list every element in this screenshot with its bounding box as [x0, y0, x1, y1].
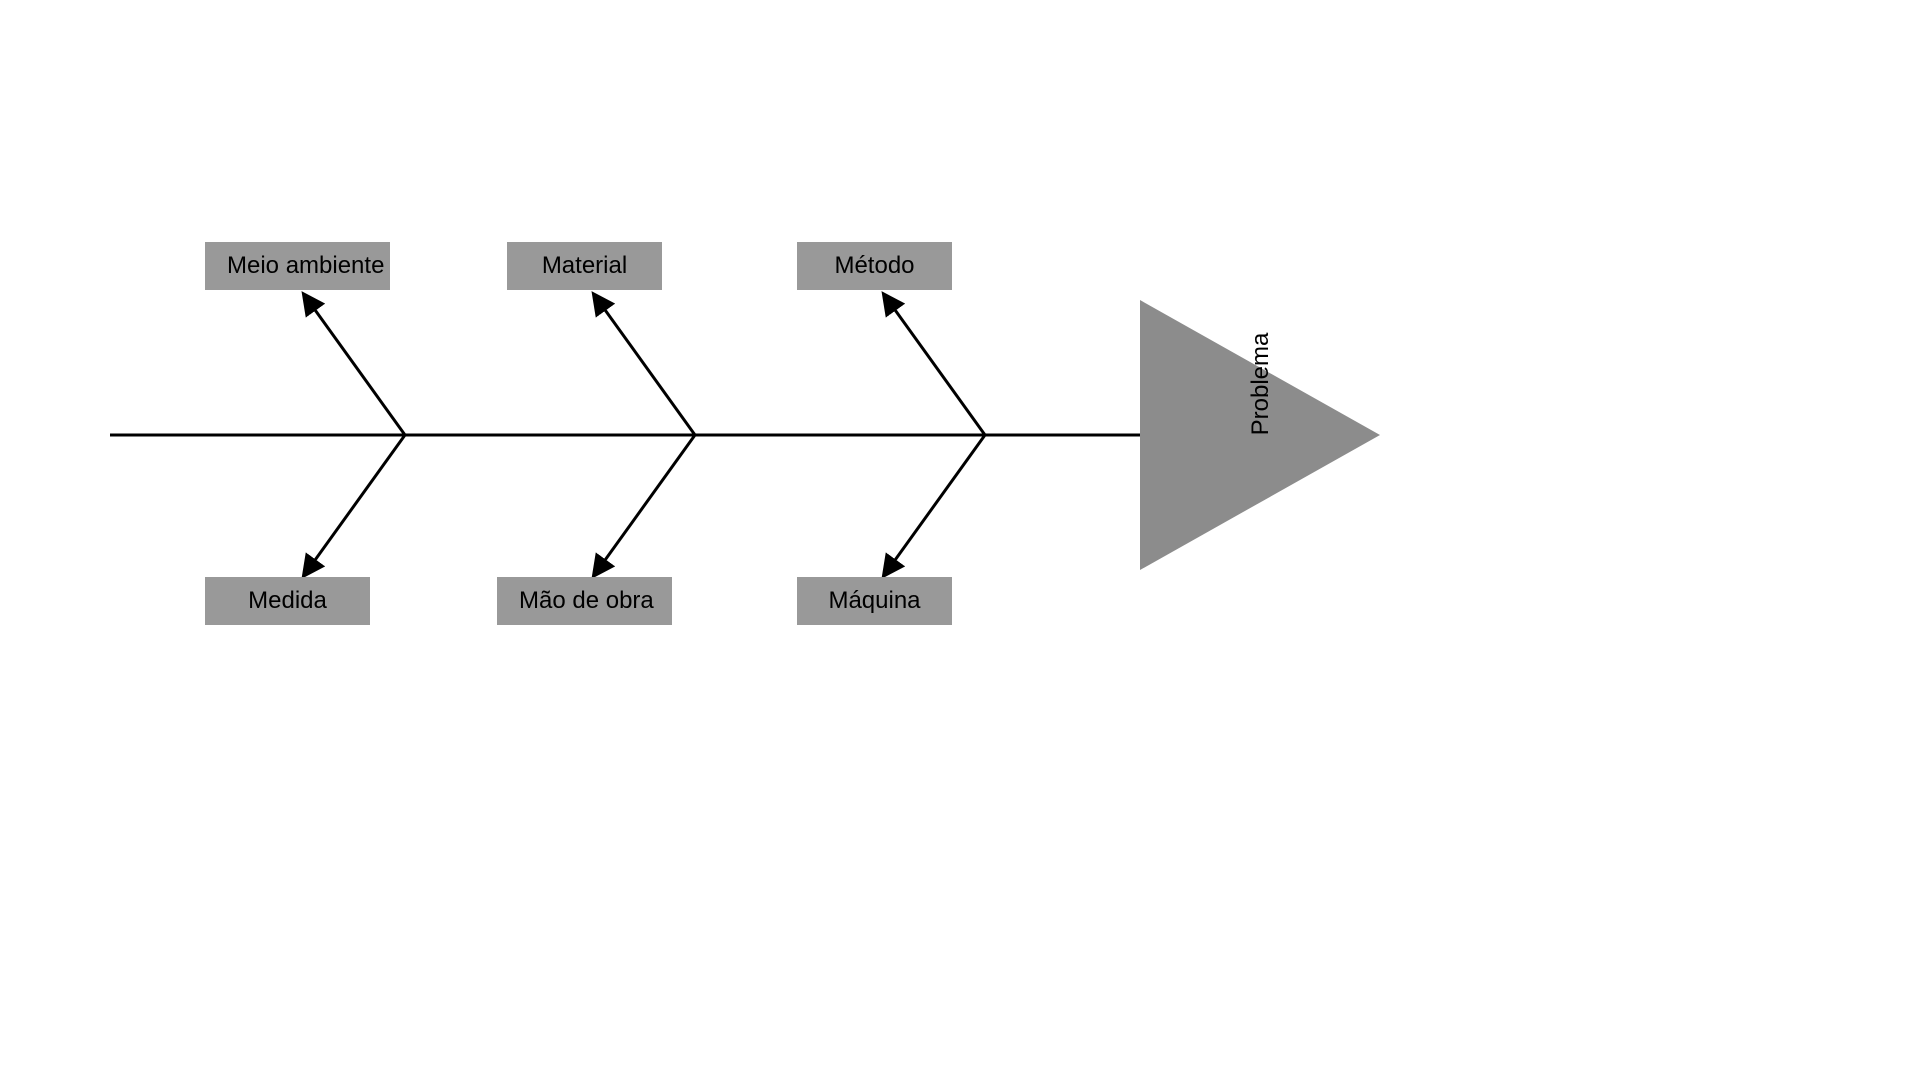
category-box-mao-de-obra: Mão de obra — [497, 577, 672, 625]
category-box-medida: Medida — [205, 577, 370, 625]
category-box-material: Material — [507, 242, 662, 290]
fish-head-label: Problema — [1247, 319, 1275, 449]
category-box-metodo: Método — [797, 242, 952, 290]
diagram-lines — [0, 0, 1920, 1080]
fishbone-diagram: Meio ambiente Material Método Medida Mão… — [0, 0, 1920, 1080]
category-box-meio-ambiente: Meio ambiente — [205, 242, 390, 290]
category-box-maquina: Máquina — [797, 577, 952, 625]
